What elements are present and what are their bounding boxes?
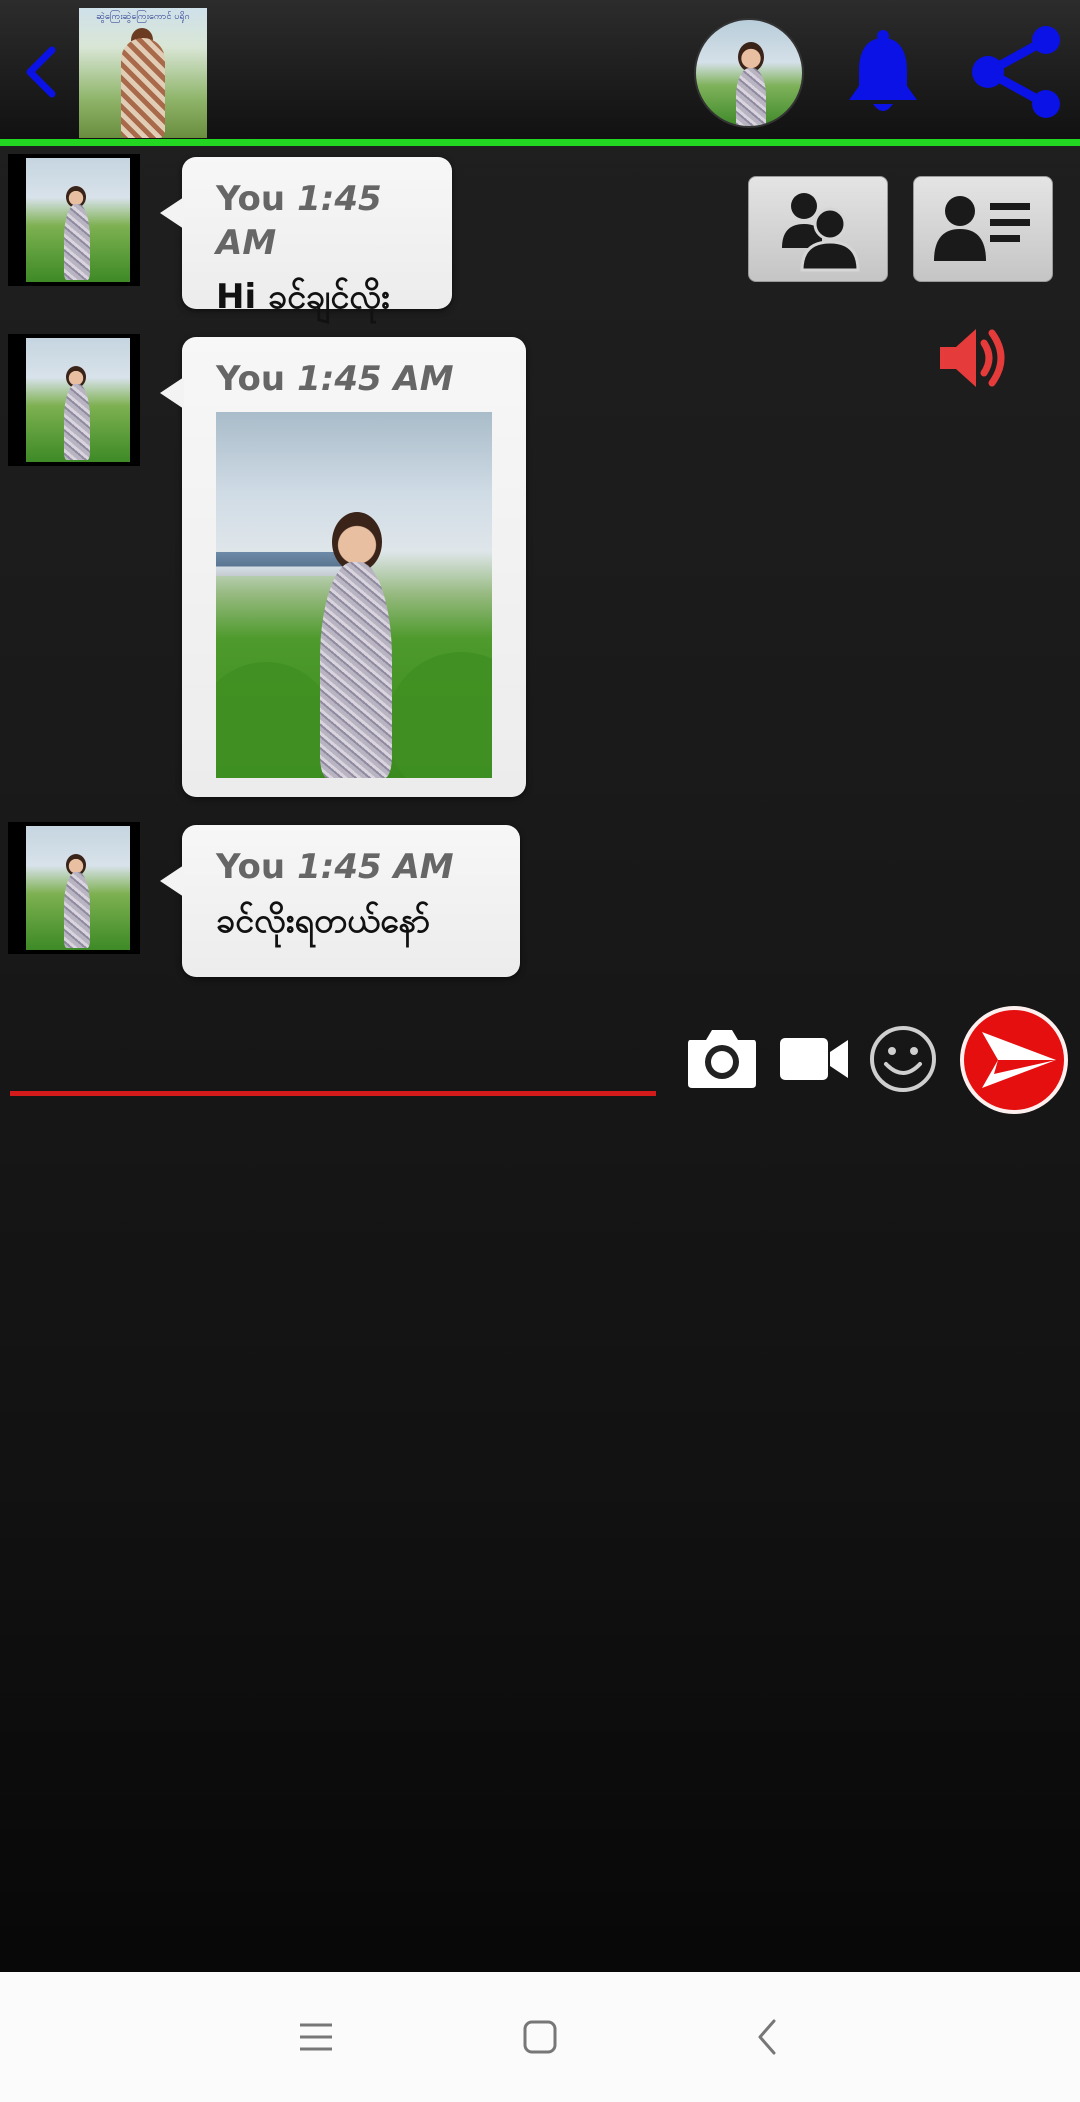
share-icon — [972, 26, 1060, 118]
chat-screen: ဆွဲကြေးဆွဲကြေးကောင် ပရိုဂ You 1:45 AM Hi… — [0, 0, 1080, 2102]
friends-button[interactable] — [748, 176, 888, 282]
message-meta: You 1:45 AM — [216, 357, 492, 401]
users-icon — [782, 193, 860, 272]
speaker-icon — [940, 329, 1005, 387]
message-bubble[interactable]: You 1:45 AM ခင်လိုးရတယ်နော် — [160, 825, 520, 977]
message-input[interactable] — [10, 1000, 656, 1096]
message-bubble[interactable]: You 1:45 AM — [160, 337, 526, 797]
sender-name: You — [216, 847, 286, 887]
send-icon — [982, 1032, 1056, 1088]
camera-button[interactable] — [686, 1024, 758, 1092]
sender-name: You — [216, 179, 286, 219]
menu-icon — [300, 2023, 332, 2051]
message-time: 1:45 AM — [297, 359, 454, 399]
camera-icon — [688, 1030, 756, 1088]
emoji-button[interactable] — [868, 1024, 938, 1094]
smiley-icon — [870, 1026, 936, 1092]
back-chevron-icon — [758, 2019, 776, 2055]
system-nav-bar — [0, 1972, 1080, 2102]
message-meta: You 1:45 AM — [216, 845, 486, 889]
sender-avatar[interactable] — [8, 822, 140, 954]
chevron-left-icon — [26, 46, 56, 98]
message-bubble[interactable]: You 1:45 AM Hi ခင်ချင်လိုး — [160, 157, 452, 317]
message-meta: You 1:45 AM — [216, 177, 418, 265]
notifications-button[interactable] — [845, 28, 921, 118]
sender-avatar[interactable] — [8, 334, 140, 466]
recents-button[interactable] — [286, 2007, 346, 2067]
profile-button[interactable] — [913, 176, 1053, 282]
speaker-button[interactable] — [938, 325, 1010, 391]
video-button[interactable] — [778, 1024, 850, 1092]
home-square-icon — [523, 2020, 557, 2054]
thumbnail-caption: ဆွဲကြေးဆွဲကြေးကောင် ပရိုဂ — [96, 12, 190, 22]
video-camera-icon — [780, 1038, 848, 1080]
app-header: ဆွဲကြေးဆွဲကြေးကောင် ပရိုဂ — [0, 0, 1080, 140]
user-card-icon — [934, 196, 1030, 261]
message-time: 1:45 AM — [297, 847, 454, 887]
message-image[interactable] — [216, 412, 492, 778]
bell-icon — [849, 30, 917, 111]
chat-thumbnail[interactable]: ဆွဲကြေးဆွဲကြေးကောင် ပရိုဂ — [79, 8, 207, 138]
home-button[interactable] — [510, 2007, 570, 2067]
send-button[interactable] — [960, 1006, 1068, 1114]
share-button[interactable] — [968, 24, 1064, 120]
header-divider — [0, 139, 1080, 146]
sender-name: You — [216, 359, 286, 399]
contact-avatar[interactable] — [694, 18, 804, 128]
message-text: ခင်လိုးရတယ်နော် — [216, 901, 431, 941]
back-button[interactable] — [18, 42, 62, 102]
sender-avatar[interactable] — [8, 154, 140, 286]
message-text: Hi ခင်ချင်လိုး — [216, 277, 390, 317]
system-back-button[interactable] — [738, 2007, 798, 2067]
